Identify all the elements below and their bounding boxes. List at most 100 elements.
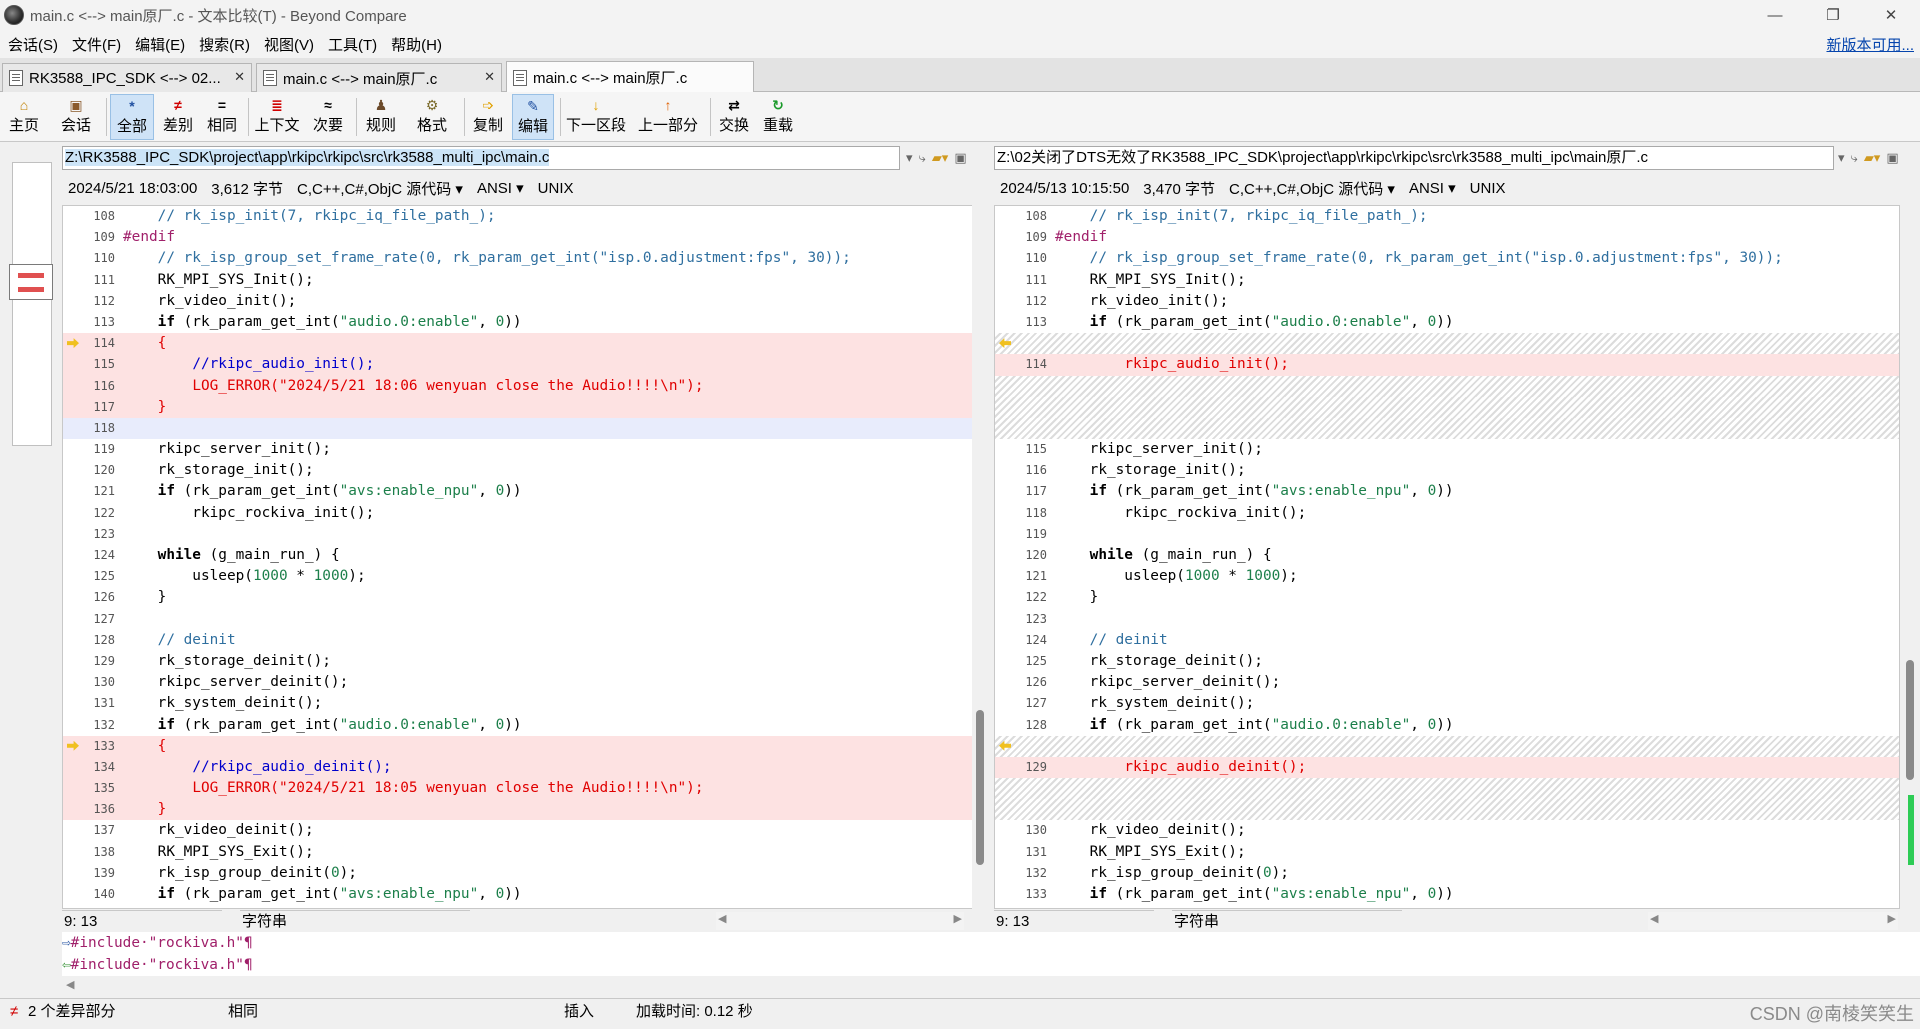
- scrollbar-thumb[interactable]: [976, 710, 984, 865]
- menu-file[interactable]: 文件(F): [64, 34, 127, 55]
- edit-button[interactable]: ✎ 编辑: [512, 94, 554, 140]
- left-horizontal-scrollbar[interactable]: ◀ ▶: [716, 912, 964, 930]
- copy-button[interactable]: ➩ 复制: [468, 94, 508, 140]
- right-code-pane[interactable]: 108 // rk_isp_init(7, rkipc_iq_file_path…: [994, 205, 1900, 909]
- file-size: 3,470 字节: [1143, 180, 1216, 198]
- file-date: 2024/5/21 18:03:00: [68, 179, 198, 197]
- minimize-button[interactable]: —: [1746, 0, 1804, 30]
- app-icon: [4, 5, 24, 25]
- close-icon[interactable]: ✕: [234, 69, 245, 85]
- tab-text-compare-2[interactable]: main.c <--> main原厂.c: [506, 61, 754, 93]
- line-compare-left[interactable]: ⇨#include·"rockiva.h"¶: [62, 932, 1920, 954]
- menu-view[interactable]: 视图(V): [256, 34, 320, 55]
- rules-button[interactable]: ♟ 规则: [360, 94, 402, 140]
- maximize-button[interactable]: ❐: [1804, 0, 1862, 30]
- overview-strip[interactable]: [0, 142, 58, 932]
- same-status: 相同: [228, 1003, 259, 1020]
- reload-icon: ↻: [772, 97, 784, 113]
- dropdown-icon[interactable]: ▾: [906, 150, 913, 166]
- file-size: 3,612 字节: [211, 180, 284, 198]
- home-icon: ⌂: [19, 97, 29, 113]
- overview-thumbnail[interactable]: [12, 162, 52, 446]
- show-same-button[interactable]: = 相同: [202, 94, 242, 140]
- file-language[interactable]: C,C++,C#,ObjC 源代码 ▾: [1229, 178, 1395, 199]
- window-title: main.c <--> main原厂.c - 文本比较(T) - Beyond …: [30, 7, 407, 25]
- overview-viewport[interactable]: [9, 264, 53, 300]
- toolbar-divider: [106, 98, 107, 136]
- file-eol: UNIX: [537, 179, 574, 197]
- save-icon[interactable]: ▣: [954, 150, 966, 166]
- file-encoding[interactable]: ANSI ▾: [1409, 179, 1456, 197]
- context-button[interactable]: ≣ 上下文: [252, 94, 302, 140]
- show-all-button[interactable]: * 全部: [110, 94, 154, 140]
- minor-button[interactable]: ≈ 次要: [306, 94, 350, 140]
- diff-icon: ≠: [10, 1003, 19, 1020]
- not-equal-icon: ≠: [174, 97, 182, 113]
- right-path-buttons: ▾ ⤷ ▰▾ ▣: [1838, 148, 1899, 168]
- left-token-kind: 字符串: [240, 910, 470, 932]
- close-button[interactable]: ✕: [1862, 0, 1920, 30]
- menu-bar: 会话(S) 文件(F) 编辑(E) 搜索(R) 视图(V) 工具(T) 帮助(H…: [0, 30, 1920, 58]
- tab-label: main.c <--> main原厂.c: [533, 70, 688, 87]
- menu-tools[interactable]: 工具(T): [320, 34, 383, 55]
- insert-mode: 插入: [564, 1003, 595, 1020]
- menu-edit[interactable]: 编辑(E): [127, 34, 191, 55]
- folder-icon[interactable]: ▰▾: [1864, 150, 1881, 166]
- status-bar: ≠ 2 个差异部分 相同 插入 加载时间: 0.12 秒: [0, 998, 1920, 1029]
- line-compare-right[interactable]: ⇦#include·"rockiva.h"¶: [62, 954, 1920, 976]
- format-button[interactable]: ⚙ 格式: [406, 94, 458, 140]
- session-button[interactable]: ▣ 会话: [50, 94, 102, 140]
- right-line-icon: ⇦: [62, 957, 71, 973]
- history-icon[interactable]: ⤷: [1851, 150, 1858, 166]
- history-icon[interactable]: ⤷: [919, 150, 926, 166]
- menu-search[interactable]: 搜索(R): [191, 34, 256, 55]
- menu-session[interactable]: 会话(S): [0, 34, 64, 55]
- line-compare-scrollbar[interactable]: ◀: [62, 978, 1920, 994]
- right-horizontal-scrollbar[interactable]: ◀ ▶: [1648, 912, 1898, 930]
- left-vertical-scrollbar[interactable]: [972, 205, 990, 909]
- diff-arrow-icon[interactable]: [999, 338, 1011, 349]
- toolbar-divider: [710, 98, 711, 136]
- save-icon[interactable]: ▣: [1886, 150, 1898, 166]
- tab-folder-compare[interactable]: RK3588_IPC_SDK <--> 02... ✕: [2, 63, 252, 92]
- arrow-down-icon: ↓: [592, 97, 600, 113]
- overview-marker: [1908, 795, 1914, 865]
- swap-button[interactable]: ⇄ 交换: [714, 94, 754, 140]
- next-section-button[interactable]: ↓ 下一区段: [564, 94, 628, 140]
- edit-icon: ✎: [527, 98, 539, 114]
- file-language[interactable]: C,C++,C#,ObjC 源代码 ▾: [297, 178, 463, 199]
- left-code-pane[interactable]: 108 // rk_isp_init(7, rkipc_iq_file_path…: [62, 205, 978, 909]
- equal-icon: =: [217, 97, 227, 113]
- tab-label: RK3588_IPC_SDK <--> 02...: [29, 69, 221, 87]
- copy-arrow-icon: ➩: [482, 97, 494, 113]
- toolbar-divider: [560, 98, 561, 136]
- left-path-input[interactable]: Z:\RK3588_IPC_SDK\project\app\rkipc\rkip…: [62, 146, 900, 170]
- toolbar-divider: [248, 98, 249, 136]
- folder-icon[interactable]: ▰▾: [932, 150, 949, 166]
- right-path-input[interactable]: Z:\02关闭了DTS无效了RK3588_IPC_SDK\project\app…: [994, 146, 1834, 170]
- new-version-link[interactable]: 新版本可用...: [1826, 34, 1914, 55]
- right-token-kind: 字符串: [1172, 910, 1402, 932]
- tab-text-compare-1[interactable]: main.c <--> main原厂.c ✕: [256, 63, 502, 92]
- dropdown-icon[interactable]: ▾: [1838, 150, 1845, 166]
- close-icon[interactable]: ✕: [484, 69, 495, 85]
- arrow-up-icon: ↑: [664, 97, 672, 113]
- left-line-icon: ⇨: [62, 935, 71, 951]
- session-icon: ▣: [69, 97, 83, 113]
- left-file-info: 2024/5/21 18:03:00 3,612 字节 C,C++,C#,Obj…: [68, 174, 574, 202]
- context-icon: ≣: [271, 97, 283, 113]
- menu-help[interactable]: 帮助(H): [383, 34, 448, 55]
- prev-section-button[interactable]: ↑ 上一部分: [634, 94, 702, 140]
- file-encoding[interactable]: ANSI ▾: [477, 179, 524, 197]
- show-diffs-button[interactable]: ≠ 差别: [158, 94, 198, 140]
- left-cursor-position: 9: 13: [62, 910, 222, 932]
- left-path-buttons: ▾ ⤷ ▰▾ ▣: [906, 148, 967, 168]
- scrollbar-thumb[interactable]: [1906, 660, 1914, 780]
- diff-arrow-icon[interactable]: [999, 740, 1011, 751]
- home-button[interactable]: ⌂ 主页: [4, 94, 44, 140]
- toolbar: ⌂ 主页 ▣ 会话 * 全部 ≠ 差别 = 相同 ≣ 上下文 ≈ 次要 ♟ 规则 ⚙ 格式 ➩ 复制…: [0, 92, 1920, 142]
- reload-button[interactable]: ↻ 重载: [758, 94, 798, 140]
- right-vertical-scrollbar[interactable]: [1902, 205, 1920, 909]
- file-date: 2024/5/13 10:15:50: [1000, 179, 1130, 197]
- load-time: 加载时间: 0.12 秒: [636, 1003, 753, 1020]
